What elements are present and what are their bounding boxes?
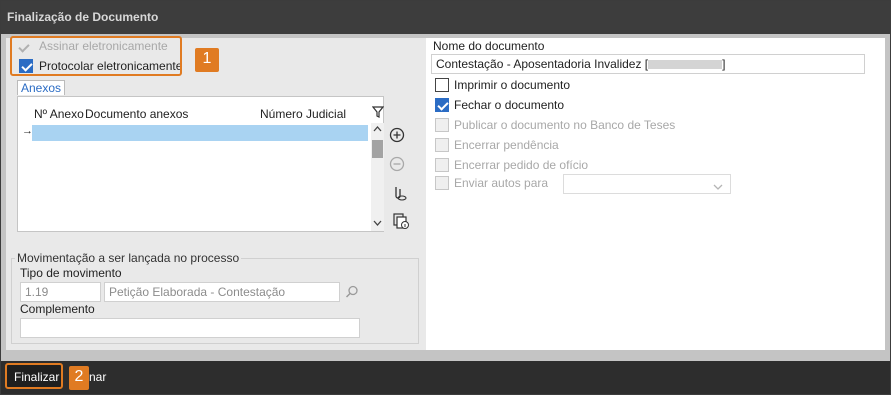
col-num-anexo[interactable]: Nº Anexo [34, 107, 84, 121]
add-circle-icon[interactable] [388, 127, 406, 145]
grid-header: Nº Anexo Documento anexos Número Judicia… [18, 97, 385, 123]
enviar-autos-label: Enviar autos para [454, 176, 549, 190]
nome-documento-redacted [648, 60, 723, 70]
anexos-grid: Nº Anexo Documento anexos Número Judicia… [17, 96, 385, 232]
encerrar-pendencia-label: Encerrar pendência [454, 138, 559, 152]
search-icon[interactable] [345, 285, 359, 299]
finalizacao-dialog: Finalização de Documento Assinar eletron… [0, 0, 891, 395]
cancelar-button-label[interactable]: nar [89, 370, 106, 384]
imprimir-label: Imprimir o documento [454, 78, 571, 92]
callout-number-2: 2 [69, 366, 89, 390]
callout-box-1 [10, 36, 182, 76]
col-documento-anexos[interactable]: Documento anexos [85, 107, 188, 121]
enviar-autos-checkbox[interactable] [435, 176, 449, 190]
filter-icon[interactable] [371, 105, 385, 119]
fechar-checkbox[interactable] [435, 98, 449, 112]
nome-documento-suffix: ] [722, 57, 726, 71]
tipo-movimento-label: Tipo de movimento [20, 266, 122, 280]
finalizar-button[interactable]: Finalizar [5, 363, 63, 389]
scroll-thumb[interactable] [372, 140, 383, 158]
encerrar-pedido-checkbox[interactable] [435, 158, 449, 172]
footer-bar: Finalizar 2 nar [1, 361, 890, 394]
grid-row-selected[interactable] [32, 125, 368, 141]
callout-number-1: 1 [195, 48, 219, 72]
publicar-checkbox[interactable] [435, 118, 449, 132]
window-title: Finalização de Documento [1, 1, 890, 34]
encerrar-pedido-label: Encerrar pedido de ofício [454, 158, 589, 172]
tipo-movimento-code[interactable]: 1.19 [20, 282, 101, 302]
scroll-up-icon[interactable] [371, 123, 384, 135]
nome-documento-input[interactable]: Contestação - Aposentadoria Invalidez [] [431, 54, 865, 74]
tipo-movimento-desc[interactable]: Petição Elaborada - Contestação [104, 282, 340, 302]
nome-documento-value: Contestação - Aposentadoria Invalidez [ [436, 57, 649, 71]
dialog-content: Assinar eletronicamente Protocolar eletr… [6, 38, 885, 350]
nome-documento-label: Nome do documento [433, 39, 545, 53]
complemento-label: Complemento [20, 302, 95, 316]
enviar-autos-select[interactable] [563, 174, 731, 194]
attach-icon[interactable] [390, 184, 408, 202]
remove-circle-icon[interactable] [388, 156, 406, 174]
finalizar-label: Finalizar [14, 370, 60, 384]
scroll-down-icon[interactable] [371, 217, 384, 229]
complemento-input[interactable] [20, 318, 360, 338]
fechar-label: Fechar o documento [454, 98, 565, 112]
copy-info-icon[interactable] [392, 212, 410, 230]
arrow-right-icon: → [22, 125, 33, 137]
left-panel: Assinar eletronicamente Protocolar eletr… [6, 38, 421, 350]
movimentacao-legend: Movimentação a ser lançada no processo [15, 251, 242, 265]
encerrar-pendencia-checkbox[interactable] [435, 138, 449, 152]
right-panel: Nome do documento Contestação - Aposenta… [426, 38, 885, 350]
grid-scrollbar[interactable] [371, 123, 384, 231]
publicar-label: Publicar o documento no Banco de Teses [454, 118, 676, 132]
chevron-down-icon [712, 179, 724, 190]
col-numero-judicial[interactable]: Número Judicial [260, 107, 346, 121]
tab-anexos[interactable]: Anexos [17, 80, 66, 95]
imprimir-checkbox[interactable] [435, 78, 449, 92]
